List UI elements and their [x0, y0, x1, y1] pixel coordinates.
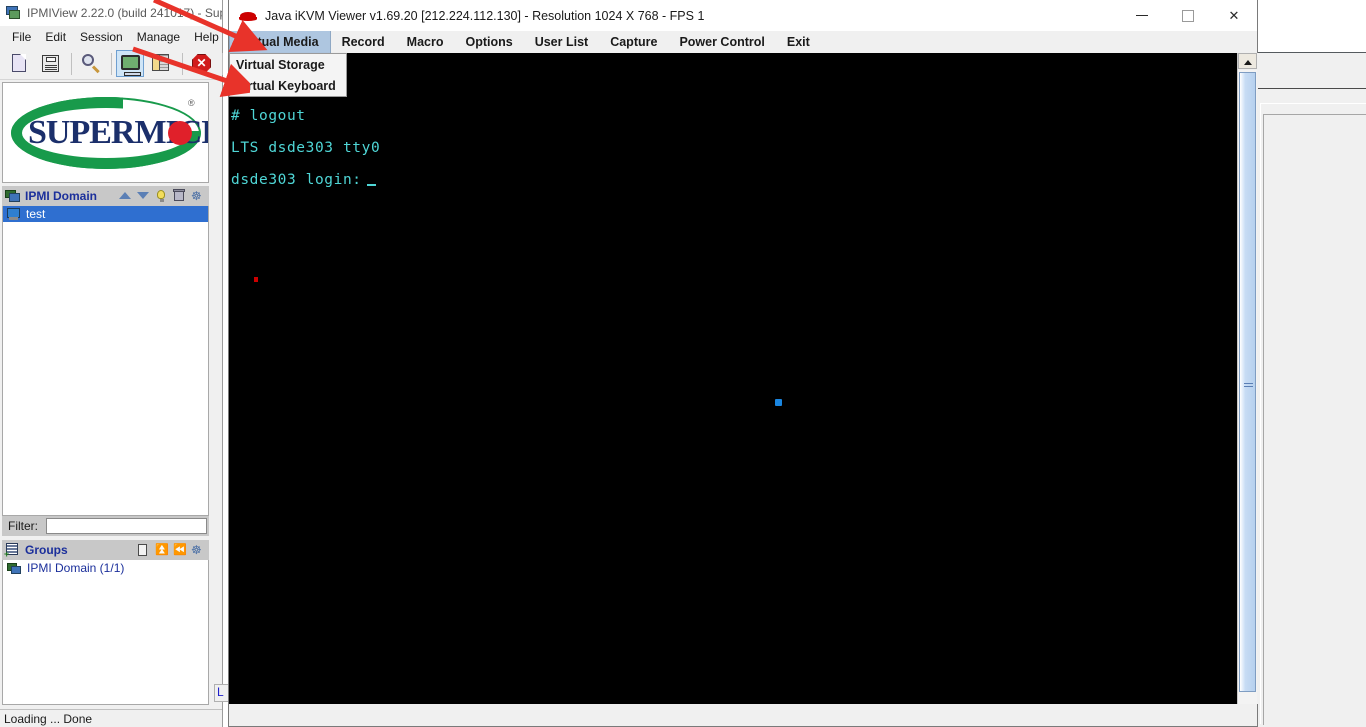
scrollbar-thumb[interactable]: [1239, 72, 1256, 692]
group-item-label: IPMI Domain (1/1): [27, 561, 125, 575]
export-icon[interactable]: ⏪: [170, 542, 188, 558]
refresh-icon[interactable]: ☸: [188, 188, 206, 204]
domain-icon: [7, 562, 22, 575]
ikvm-bottom-strip: [229, 704, 1257, 726]
supermicro-logo: SUPERMICR ®: [2, 82, 209, 183]
occluded-label[interactable]: L: [214, 684, 228, 702]
menu-edit[interactable]: Edit: [39, 28, 74, 46]
filter-label: Filter:: [8, 519, 38, 533]
groups-header: + Groups ⏫ ⏪ ☸: [2, 540, 209, 560]
maximize-button[interactable]: [1165, 0, 1211, 31]
ipmiview-menubar: File Edit Session Manage Help: [0, 26, 222, 48]
window-controls: ✕: [1119, 0, 1257, 31]
duplicate-icon[interactable]: [147, 50, 175, 77]
new-file-icon[interactable]: [5, 50, 33, 77]
scrollbar-grip: [1244, 383, 1253, 389]
trash-icon[interactable]: [170, 188, 188, 204]
virtual-media-dropdown: Virtual Storage Virtual Keyboard: [229, 53, 347, 97]
vertical-scrollbar[interactable]: [1237, 53, 1258, 704]
search-icon[interactable]: [76, 50, 104, 77]
toolbar-separator: [111, 52, 112, 75]
new-group-icon[interactable]: [134, 542, 152, 558]
stop-icon[interactable]: [187, 50, 215, 77]
redhat-icon: [239, 9, 257, 23]
minimize-button[interactable]: [1119, 0, 1165, 31]
menu-help[interactable]: Help: [188, 28, 227, 46]
menu-record[interactable]: Record: [331, 31, 396, 53]
screen-artifact-red: [254, 277, 258, 282]
bulb-icon[interactable]: [152, 188, 170, 204]
ikvm-titlebar: Java iKVM Viewer v1.69.20 [212.224.112.1…: [229, 0, 1257, 31]
groups-list[interactable]: IPMI Domain (1/1): [2, 560, 209, 705]
terminal-line: dsde303 login:: [231, 172, 376, 188]
menu-session[interactable]: Session: [74, 28, 131, 46]
status-bar: Loading ... Done: [0, 709, 222, 727]
ipmiview-window: IPMIView 2.22.0 (build 241017) - Super F…: [0, 0, 250, 727]
import-icon[interactable]: ⏫: [152, 542, 170, 558]
console-icon[interactable]: [116, 50, 144, 77]
toolbar-separator: [71, 52, 72, 75]
menu-item-virtual-storage[interactable]: Virtual Storage: [230, 54, 346, 75]
remote-console-screen[interactable]: # logout LTS dsde303 tty0 dsde303 login:: [229, 53, 1237, 704]
terminal-line: # logout: [231, 108, 306, 124]
terminal-prompt: dsde303 login:: [231, 172, 362, 188]
menu-manage[interactable]: Manage: [131, 28, 188, 46]
toolbar-separator: [182, 52, 183, 75]
toolbar-separator: [222, 52, 223, 75]
screen-root: ❐ ✕ IPMIView 2.22.0 (build 241017) - Sup…: [0, 0, 1366, 727]
background-window-titlebar: ❐ ✕: [1258, 0, 1366, 53]
ipmi-domain-label: IPMI Domain: [25, 189, 98, 203]
filter-row: Filter:: [2, 516, 209, 536]
menu-item-virtual-keyboard[interactable]: Virtual Keyboard: [230, 75, 346, 96]
menu-power-control[interactable]: Power Control: [668, 31, 775, 53]
ipmiview-title: IPMIView 2.22.0 (build 241017) - Super: [27, 6, 222, 20]
menu-virtual-media[interactable]: Virtual Media: [229, 31, 331, 53]
menu-file[interactable]: File: [6, 28, 39, 46]
menu-capture[interactable]: Capture: [599, 31, 668, 53]
tree-item-test[interactable]: test: [3, 206, 208, 222]
ikvm-menubar: Virtual Media Record Macro Options User …: [229, 31, 1257, 54]
filter-input[interactable]: [46, 518, 207, 534]
mouse-cursor-dot: [775, 399, 782, 406]
scroll-up-button[interactable]: [1238, 53, 1257, 69]
menu-user-list[interactable]: User List: [524, 31, 600, 53]
logo-dot: [168, 121, 192, 145]
ipmi-domain-tree[interactable]: test: [2, 206, 209, 516]
terminal-line: LTS dsde303 tty0: [231, 140, 381, 156]
move-down-icon[interactable]: [134, 188, 152, 204]
ipmiview-toolbar: ✓: [0, 48, 250, 80]
terminal-cursor: [366, 184, 376, 186]
domain-icon: [5, 189, 21, 203]
server-icon: [7, 208, 21, 220]
ipmi-domain-header: IPMI Domain ☸: [2, 186, 209, 206]
refresh-icon[interactable]: ☸: [188, 542, 206, 558]
save-icon[interactable]: [36, 50, 64, 77]
computer-icon: [4, 5, 21, 21]
menu-options[interactable]: Options: [454, 31, 523, 53]
background-panel-top: [1258, 53, 1366, 89]
ikvm-viewer-window: Java iKVM Viewer v1.69.20 [212.224.112.1…: [228, 0, 1258, 727]
menu-macro[interactable]: Macro: [396, 31, 455, 53]
ipmiview-titlebar: IPMIView 2.22.0 (build 241017) - Super: [0, 0, 222, 26]
ikvm-title: Java iKVM Viewer v1.69.20 [212.224.112.1…: [265, 8, 705, 23]
close-icon[interactable]: ✕: [1211, 0, 1257, 31]
move-up-icon[interactable]: [116, 188, 134, 204]
scrollbar-track[interactable]: [1238, 70, 1257, 704]
menu-exit[interactable]: Exit: [776, 31, 821, 53]
registered-mark: ®: [188, 98, 195, 108]
groups-label: Groups: [25, 543, 68, 557]
background-panel-inner-2: [1263, 114, 1366, 725]
group-item[interactable]: IPMI Domain (1/1): [3, 560, 208, 576]
groups-icon: +: [4, 543, 21, 559]
tree-item-label: test: [26, 207, 46, 221]
